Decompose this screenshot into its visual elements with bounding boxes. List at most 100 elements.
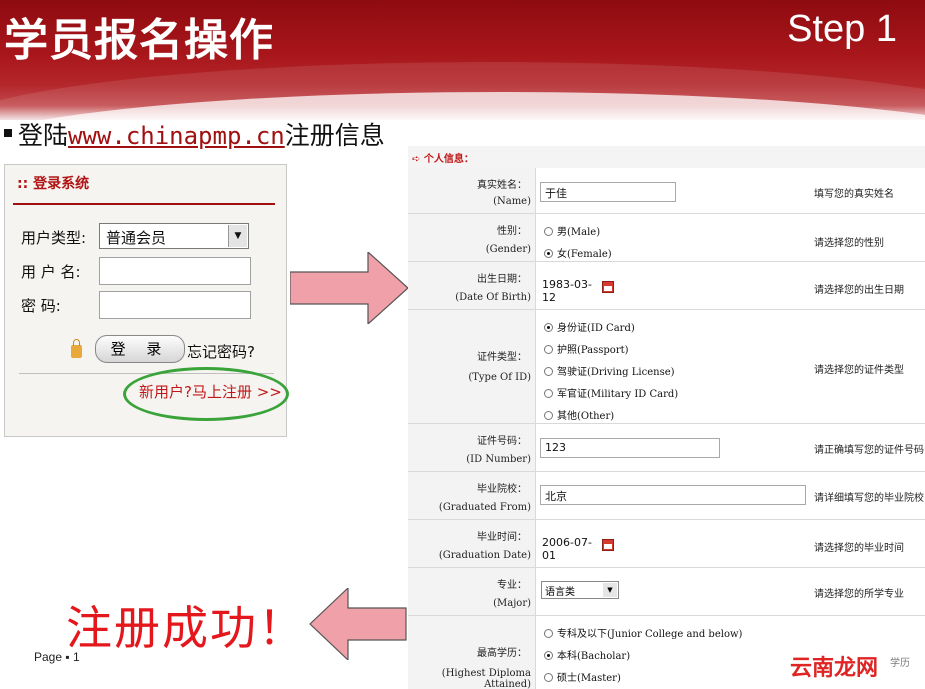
form-row-dob: 出生日期： (Date Of Birth) 1983-03-12 请选择您的出生… [408, 262, 925, 310]
diploma-option-college[interactable]: 专科及以下(Junior College and below) [544, 625, 742, 640]
school-label-en: (Graduated From) [438, 502, 531, 513]
success-message: 注册成功！ [66, 601, 306, 655]
dob-hint: 请选择您的出生日期 [814, 285, 904, 296]
form-section-title: ➪ 个人信息： [408, 146, 925, 168]
form-label-cell: 最高学历： (Highest Diploma Attained) [408, 616, 536, 689]
password-label: 密 码: [21, 297, 61, 315]
name-label-zh: 真实姓名： [477, 180, 527, 191]
form-label-cell: 性别： (Gender) [408, 214, 536, 261]
password-input[interactable] [99, 291, 251, 319]
form-row-major: 专业： (Major) 语言类 ▼ 请选择您的所学专业 [408, 568, 925, 616]
form-label-cell: 毕业院校： (Graduated From) [408, 472, 536, 519]
slide-header: 学员报名操作 Step 1 [0, 0, 925, 120]
major-label-en: (Major) [493, 598, 531, 609]
form-label-cell: 毕业时间： (Graduation Date) [408, 520, 536, 567]
idtype-option-passport[interactable]: 护照(Passport) [544, 341, 629, 356]
page-number: Page ▪ 1 [34, 650, 80, 664]
radio-icon[interactable] [544, 411, 553, 420]
username-input[interactable] [99, 257, 251, 285]
forgot-password-link[interactable]: 忘记密码? [187, 341, 255, 362]
instruction-suffix: 注册信息 [284, 121, 385, 150]
highlight-oval [123, 367, 289, 421]
chevron-down-icon[interactable]: ▼ [228, 225, 247, 247]
login-panel: :: 登录系统 用户类型: 普通会员 ▼ 用 户 名: 密 码: 登 录 忘记密… [4, 164, 289, 437]
name-label-en: (Name) [493, 196, 531, 207]
major-select[interactable]: 语言类 ▼ [541, 581, 619, 599]
dob-input[interactable]: 1983-03-12 [540, 276, 600, 304]
watermark-logo: 云南龙网 [784, 646, 914, 682]
site-link[interactable]: www.chinapmp.cn [68, 122, 285, 150]
arrow-left-icon [309, 588, 407, 660]
radio-icon[interactable] [544, 629, 553, 638]
instruction-line: 登陆www.chinapmp.cn注册信息 [4, 116, 385, 152]
gradtime-label-zh: 毕业时间： [477, 532, 527, 543]
idnum-label-zh: 证件号码： [477, 436, 527, 447]
name-hint: 填写您的真实姓名 [814, 189, 894, 200]
gender-hint: 请选择您的性别 [814, 238, 884, 249]
diploma-label-zh: 最高学历： [477, 648, 527, 659]
idtype-label-zh: 证件类型： [477, 352, 527, 363]
idnum-input[interactable]: 123 [540, 438, 720, 458]
user-type-row: 用户类型: 普通会员 ▼ [21, 223, 271, 251]
chevron-down-icon[interactable]: ▼ [603, 583, 617, 597]
idtype-option-license[interactable]: 驾驶证(Driving License) [544, 363, 675, 378]
diploma-option-bachelor[interactable]: 本科(Bacholar) [544, 647, 630, 662]
radio-selected-icon[interactable] [544, 651, 553, 660]
form-label-cell: 证件类型： (Type Of ID) [408, 310, 536, 423]
login-title-divider [13, 203, 275, 205]
dob-label-zh: 出生日期： [477, 274, 527, 285]
form-row-gradtime: 毕业时间： (Graduation Date) 2006-07-01 请选择您的… [408, 520, 925, 568]
diploma-option-master[interactable]: 硕士(Master) [544, 669, 621, 684]
school-label-zh: 毕业院校： [477, 484, 527, 495]
idtype-label-en: (Type Of ID) [468, 372, 531, 383]
radio-icon[interactable] [544, 389, 553, 398]
form-label-cell: 证件号码： (ID Number) [408, 424, 536, 471]
radio-selected-icon[interactable] [544, 323, 553, 332]
radio-icon[interactable] [544, 673, 553, 682]
registration-form: ➪ 个人信息： 真实姓名： (Name) 于佳 填写您的真实姓名 性别： (Ge… [408, 146, 925, 689]
bullet-square-icon [4, 129, 12, 137]
login-button[interactable]: 登 录 [95, 335, 185, 363]
watermark-text: 云南龙网 [790, 656, 879, 681]
arrow-right-icon [290, 252, 409, 324]
gender-option-male[interactable]: 男(Male) [544, 223, 600, 238]
diploma-label-en: (Highest Diploma Attained) [441, 668, 531, 689]
dob-label-en: (Date Of Birth) [455, 292, 531, 303]
gender-label-zh: 性别： [497, 226, 527, 237]
gradtime-input[interactable]: 2006-07-01 [540, 534, 600, 562]
idnum-hint: 请正确填写您的证件号码 [814, 445, 924, 456]
form-label-cell: 真实姓名： (Name) [408, 168, 536, 213]
radio-icon[interactable] [544, 367, 553, 376]
user-type-value: 普通会员 [106, 229, 167, 247]
major-hint: 请选择您的所学专业 [814, 589, 904, 600]
idtype-option-other[interactable]: 其他(Other) [544, 407, 614, 422]
form-row-name: 真实姓名： (Name) 于佳 填写您的真实姓名 [408, 168, 925, 214]
form-label-cell: 专业： (Major) [408, 568, 536, 615]
user-type-label: 用户类型: [21, 229, 87, 247]
school-input[interactable]: 北京 [540, 485, 806, 505]
instruction-prefix: 登陆 [18, 121, 69, 150]
form-row-idtype: 证件类型： (Type Of ID) 身份证(ID Card) 护照(Passp… [408, 310, 925, 424]
form-row-idnum: 证件号码： (ID Number) 123 请正确填写您的证件号码 [408, 424, 925, 472]
user-type-select[interactable]: 普通会员 ▼ [99, 223, 249, 249]
radio-selected-icon[interactable] [544, 249, 553, 258]
major-value: 语言类 [545, 587, 575, 598]
calendar-icon[interactable] [602, 539, 614, 551]
radio-icon[interactable] [544, 345, 553, 354]
gender-option-female[interactable]: 女(Female) [544, 245, 612, 260]
idtype-hint: 请选择您的证件类型 [814, 365, 904, 376]
username-label: 用 户 名: [21, 263, 81, 281]
idnum-label-en: (ID Number) [466, 454, 531, 465]
idtype-option-military[interactable]: 军官证(Military ID Card) [544, 385, 678, 400]
username-row: 用 户 名: [21, 257, 271, 287]
calendar-icon[interactable] [602, 281, 614, 293]
radio-icon[interactable] [544, 227, 553, 236]
slide-title: 学员报名操作 [4, 15, 274, 66]
school-hint: 请详细填写您的毕业院校 [814, 493, 924, 504]
idtype-option-idcard[interactable]: 身份证(ID Card) [544, 319, 635, 334]
name-input[interactable]: 于佳 [540, 182, 676, 202]
major-label-zh: 专业： [497, 580, 527, 591]
password-row: 密 码: [21, 291, 271, 321]
gender-label-en: (Gender) [485, 244, 531, 255]
form-label-cell: 出生日期： (Date Of Birth) [408, 262, 536, 309]
